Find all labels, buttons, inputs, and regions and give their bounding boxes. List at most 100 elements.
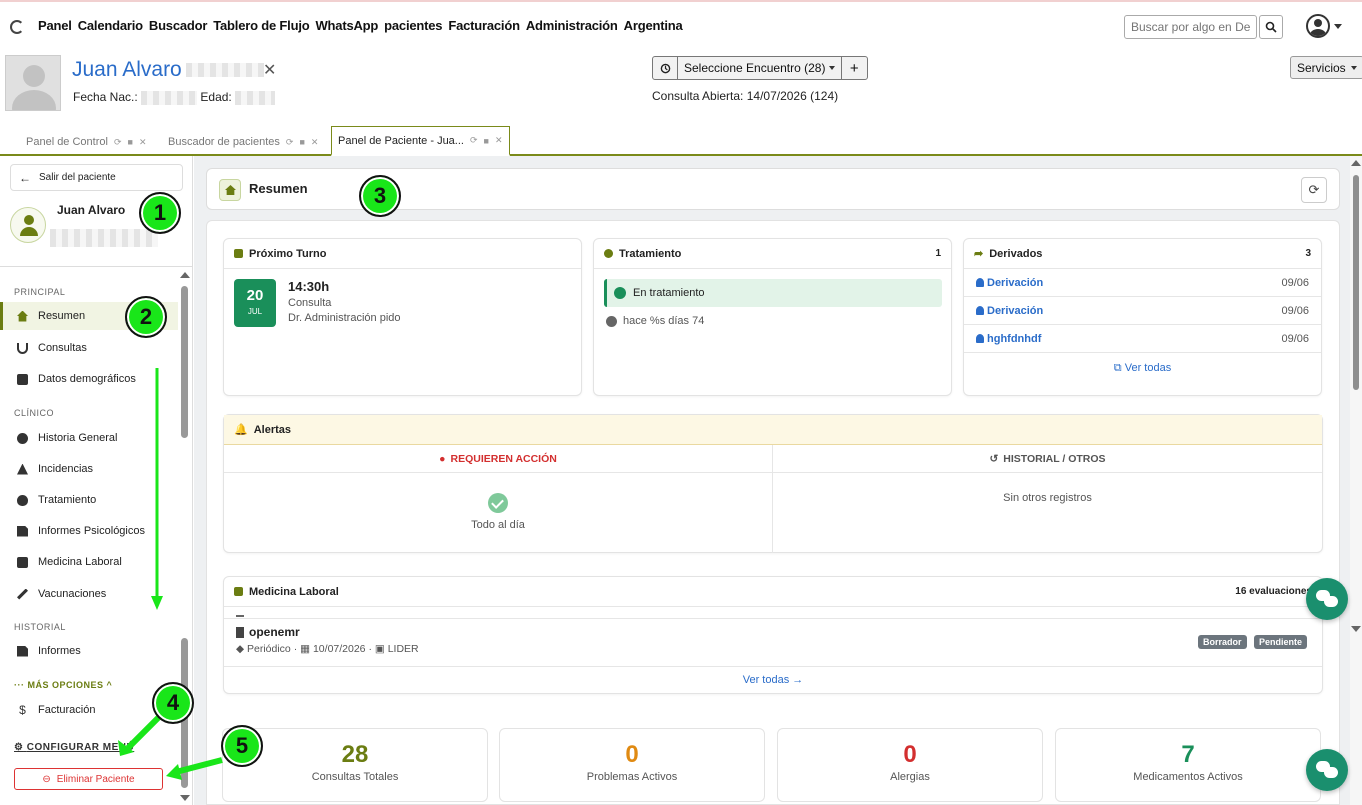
redacted-surname [185,63,264,78]
sidebar-item-consultas[interactable]: Consultas [0,334,178,362]
clock-icon [606,315,617,327]
referral-name[interactable]: Derivación [987,277,1043,289]
refresh-button[interactable]: ⟳ [1301,177,1327,203]
tab-label: Buscador de pacientes [168,136,280,148]
delete-patient-button[interactable]: ⊖ Eliminar Paciente [14,768,163,790]
search-button[interactable] [1259,15,1283,39]
referral-row[interactable]: hghfdnhdf 09/06 [964,325,1321,353]
card-title: Tratamiento [619,247,682,260]
stethoscope-icon [17,342,28,354]
nav-facturacion[interactable]: Facturación [448,18,520,33]
chevron-down-icon [1334,23,1342,29]
lock-icon[interactable]: ■ [299,137,304,147]
chat-button-2[interactable] [1306,749,1348,791]
scroll-up-arrow[interactable] [1351,160,1361,166]
close-patient-icon[interactable]: ✕ [263,60,276,80]
scroll-up-arrow[interactable] [180,272,190,278]
nav-calendario[interactable]: Calendario [78,18,143,33]
card-header: Próximo Turno [224,239,581,269]
configure-menu-link[interactable]: ⚙ CONFIGURAR MENÚ [14,742,134,753]
refresh-icon[interactable]: ⟳ [470,135,478,146]
evaluations-count: 16 evaluaciones [1235,586,1312,597]
more-options-toggle[interactable]: ··· MÁS OPCIONES ^ [14,680,112,690]
stat-value: 7 [1181,741,1195,768]
close-icon[interactable]: ✕ [311,137,319,148]
lock-icon[interactable]: ■ [128,137,133,147]
scroll-down-arrow[interactable] [1351,626,1361,632]
chat-button[interactable] [1306,578,1348,620]
history-empty-text: Sin otros registros [1003,492,1092,504]
add-encounter-button[interactable]: + [842,57,867,79]
user-doctor-icon [976,334,984,343]
treatment-age: hace %s días 74 [606,315,704,327]
dollar-icon: $ [19,702,26,717]
nav-buscador[interactable]: Buscador [149,18,208,33]
evaluation-item[interactable]: openemr ◆ Periódico · ▦ 10/07/2026 · ▣ L… [236,625,419,655]
refresh-icon[interactable]: ⟳ [286,137,294,148]
tab-panel-paciente[interactable]: Panel de Paciente - Jua... ⟳ ■ ✕ [331,126,510,156]
encounter-label: Seleccione Encuentro [684,61,801,75]
external-link-icon: ⧉ [1113,362,1122,374]
sidebar-item-label: Informes [38,645,81,657]
select-encounter-dropdown[interactable]: Seleccione Encuentro (28) [678,57,842,79]
card-title: Alertas [253,423,291,436]
section-clinico: CLÍNICO [14,408,55,418]
sidebar-item-informes-psicologicos[interactable]: Informes Psicológicos [0,517,178,545]
nav-administracion[interactable]: Administración [526,18,618,33]
nav-tablero-flujo[interactable]: Tablero de Flujo [213,18,309,33]
alerts-history-column: ↺ HISTORIAL / OTROS Sin otros registros [773,445,1322,553]
search-input[interactable] [1124,15,1257,39]
referral-date: 09/06 [1281,332,1309,345]
tab-panel-control[interactable]: Panel de Control ⟳ ■ ✕ [20,128,152,156]
scroll-down-arrow[interactable] [180,795,190,801]
encounter-history-button[interactable] [653,57,678,79]
exclamation-circle-icon: ● [439,452,446,465]
nav-pacientes[interactable]: pacientes [384,18,442,33]
tab-label: Panel de Paciente - Jua... [338,134,464,147]
sidebar-item-historia-general[interactable]: Historia General [0,424,178,452]
bell-icon: 🔔 [234,424,248,436]
nav-panel[interactable]: Panel [38,18,72,33]
treatment-count: 1 [935,248,941,259]
exit-patient-button[interactable]: ← Salir del paciente [10,164,183,191]
nav-whatsapp[interactable]: WhatsApp [315,18,378,33]
configure-menu-label: CONFIGURAR MENÚ [26,742,135,753]
card-header: 🔔 Alertas [224,415,1322,445]
sidebar-item-vacunaciones[interactable]: Vacunaciones [0,580,178,608]
lock-icon[interactable]: ■ [484,136,489,146]
medkit-icon [17,556,28,568]
sidebar-item-incidencias[interactable]: Incidencias [0,455,178,483]
main-scrollbar-thumb[interactable] [1353,175,1359,390]
status-badge: Pendiente [1254,635,1308,649]
main-nav: Panel Calendario Buscador Tablero de Flu… [38,18,683,33]
id-card-icon [17,373,28,385]
user-menu[interactable] [1306,14,1342,38]
appointment-details: 14:30h Consulta Dr. Administración pido [288,279,401,326]
sidebar-item-medicina-laboral[interactable]: Medicina Laboral [0,548,178,576]
sidebar-item-label: Vacunaciones [38,588,107,600]
close-icon[interactable]: ✕ [139,137,147,148]
view-all-referrals-link[interactable]: ⧉ Ver todas [964,353,1321,375]
card-header: Medicina Laboral 16 evaluaciones [224,577,1322,607]
referral-row[interactable]: Derivación 09/06 [964,269,1321,297]
services-label: Servicios [1297,60,1346,75]
sidebar-item-tratamiento[interactable]: Tratamiento [0,486,178,514]
services-dropdown[interactable]: Servicios [1290,56,1362,79]
view-all-evaluations-link[interactable]: Ver todas → [224,674,1322,686]
app-logo-icon[interactable] [10,20,24,34]
dob-label: Fecha Nac.: [73,90,138,104]
refresh-icon[interactable]: ⟳ [114,137,122,148]
close-icon[interactable]: ✕ [495,135,503,146]
referral-name[interactable]: Derivación [987,305,1043,317]
referral-name[interactable]: hghfdnhdf [987,333,1041,345]
nav-argentina[interactable]: Argentina [624,18,683,33]
chevron-down-icon [1350,65,1357,70]
referral-row[interactable]: Derivación 09/06 [964,297,1321,325]
syringe-icon [17,588,28,600]
tab-buscador-pacientes[interactable]: Buscador de pacientes ⟳ ■ ✕ [162,128,324,156]
patient-name[interactable]: Juan Alvaro [72,58,264,82]
sidebar-item-informes[interactable]: Informes [0,637,178,665]
sidebar-scrollbar-thumb[interactable] [181,286,188,438]
search-icon [1265,21,1277,33]
sidebar-item-datos-demograficos[interactable]: Datos demográficos [0,365,178,393]
